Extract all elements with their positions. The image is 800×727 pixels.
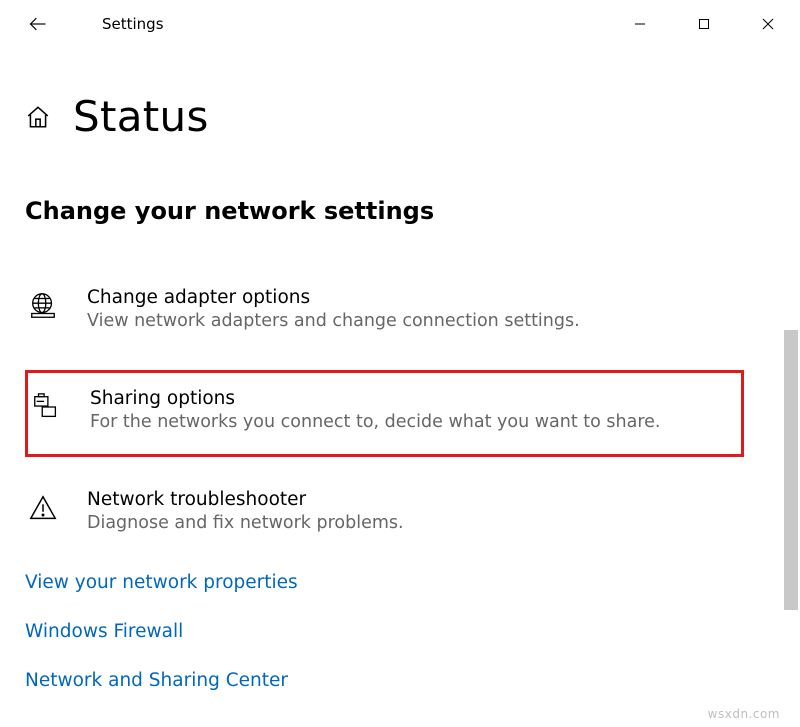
back-button[interactable] bbox=[28, 14, 68, 34]
close-icon bbox=[762, 18, 774, 30]
maximize-icon bbox=[698, 18, 710, 30]
link-list: View your network properties Windows Fir… bbox=[25, 572, 800, 691]
close-button[interactable] bbox=[736, 0, 800, 48]
option-desc: Diagnose and fix network problems. bbox=[87, 512, 774, 536]
option-title: Sharing options bbox=[90, 388, 733, 409]
sharing-icon bbox=[31, 392, 61, 422]
app-title: Settings bbox=[102, 15, 164, 33]
options-list: Change adapter options View network adap… bbox=[0, 277, 800, 546]
network-sharing-center-link[interactable]: Network and Sharing Center bbox=[25, 670, 800, 691]
page-title: Status bbox=[73, 92, 209, 141]
network-troubleshooter[interactable]: Network troubleshooter Diagnose and fix … bbox=[25, 479, 782, 546]
option-title: Network troubleshooter bbox=[87, 489, 774, 510]
section-title: Change your network settings bbox=[25, 197, 800, 225]
windows-firewall-link[interactable]: Windows Firewall bbox=[25, 621, 800, 642]
scrollbar[interactable] bbox=[782, 50, 800, 727]
option-desc: View network adapters and change connect… bbox=[87, 310, 774, 334]
scrollbar-thumb[interactable] bbox=[784, 330, 798, 610]
option-desc: For the networks you connect to, decide … bbox=[90, 411, 733, 435]
warning-triangle-icon bbox=[28, 493, 58, 523]
sharing-options[interactable]: Sharing options For the networks you con… bbox=[25, 370, 744, 458]
change-adapter-options[interactable]: Change adapter options View network adap… bbox=[25, 277, 782, 344]
home-icon bbox=[25, 104, 51, 130]
option-title: Change adapter options bbox=[87, 287, 774, 308]
watermark: wsxdn.com bbox=[708, 707, 780, 721]
minimize-button[interactable] bbox=[608, 0, 672, 48]
titlebar: Settings bbox=[0, 0, 800, 48]
view-network-properties-link[interactable]: View your network properties bbox=[25, 572, 800, 593]
maximize-button[interactable] bbox=[672, 0, 736, 48]
page-header: Status bbox=[0, 92, 800, 141]
globe-icon bbox=[28, 291, 58, 321]
arrow-left-icon bbox=[28, 14, 48, 34]
window-controls bbox=[608, 0, 800, 48]
minimize-icon bbox=[634, 18, 646, 30]
